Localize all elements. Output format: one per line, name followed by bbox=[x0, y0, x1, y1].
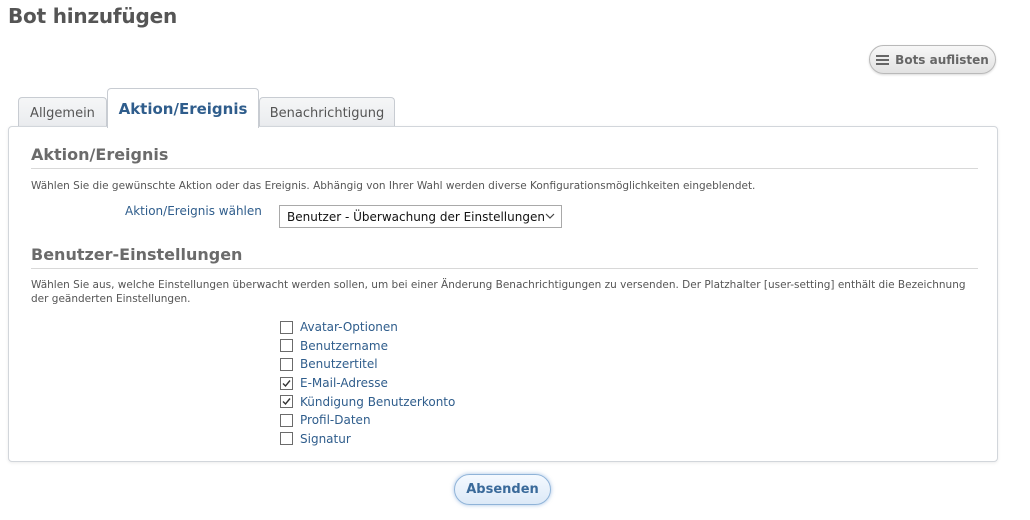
checkbox-label: Kündigung Benutzerkonto bbox=[300, 394, 456, 409]
checkbox-label: Benutzername bbox=[300, 338, 388, 353]
settings-description: Wählen Sie aus, welche Einstellungen übe… bbox=[31, 279, 966, 305]
checkbox[interactable] bbox=[280, 395, 293, 409]
checkbox-benutzertitel[interactable]: Benutzertitel bbox=[280, 355, 455, 374]
checkbox-kuendigung-benutzerkonto[interactable]: Kündigung Benutzerkonto bbox=[280, 392, 455, 411]
section-title-action: Aktion/Ereignis bbox=[31, 145, 978, 169]
tab-allgemein[interactable]: Allgemein bbox=[18, 97, 107, 128]
checkbox-label: Signatur bbox=[300, 431, 351, 446]
checkbox[interactable] bbox=[280, 376, 293, 390]
checkbox[interactable] bbox=[280, 339, 293, 353]
checkbox-profil-daten[interactable]: Profil-Daten bbox=[280, 411, 455, 430]
tab-benachrichtigung[interactable]: Benachrichtigung bbox=[259, 97, 395, 128]
action-select[interactable]: Benutzer - Überwachung der Einstellungen bbox=[279, 205, 562, 228]
checkbox-label: Avatar-Optionen bbox=[300, 320, 398, 335]
chevron-down-icon bbox=[545, 213, 555, 219]
checkbox-label: E-Mail-Adresse bbox=[300, 376, 388, 391]
checkbox[interactable] bbox=[280, 413, 293, 427]
list-bots-button[interactable]: Bots auflisten bbox=[869, 45, 996, 74]
action-description: Wählen Sie die gewünschte Aktion oder da… bbox=[31, 180, 756, 192]
submit-button[interactable]: Absenden bbox=[454, 474, 551, 505]
check-icon bbox=[282, 398, 291, 406]
action-select-label: Aktion/Ereignis wählen bbox=[125, 204, 262, 218]
checkbox[interactable] bbox=[280, 432, 293, 446]
checkbox-label: Benutzertitel bbox=[300, 357, 378, 372]
tab-aktion-ereignis[interactable]: Aktion/Ereignis bbox=[107, 88, 259, 128]
page-title: Bot hinzufügen bbox=[8, 4, 177, 28]
checkbox-email-adresse[interactable]: E-Mail-Adresse bbox=[280, 374, 455, 393]
list-bots-label: Bots auflisten bbox=[895, 52, 989, 67]
checkbox-signatur[interactable]: Signatur bbox=[280, 430, 455, 449]
check-icon bbox=[282, 379, 291, 387]
checkbox[interactable] bbox=[280, 320, 293, 334]
checkbox[interactable] bbox=[280, 357, 293, 371]
tab-panel: Aktion/Ereignis Wählen Sie die gewünscht… bbox=[8, 126, 998, 462]
checkbox-benutzername[interactable]: Benutzername bbox=[280, 337, 455, 356]
settings-checkbox-list: Avatar-Optionen Benutzername Benutzertit… bbox=[280, 318, 455, 448]
checkbox-avatar-optionen[interactable]: Avatar-Optionen bbox=[280, 318, 455, 337]
list-icon bbox=[876, 54, 890, 65]
checkbox-label: Profil-Daten bbox=[300, 413, 371, 428]
section-title-settings: Benutzer-Einstellungen bbox=[31, 245, 978, 269]
action-select-value: Benutzer - Überwachung der Einstellungen bbox=[287, 209, 545, 224]
